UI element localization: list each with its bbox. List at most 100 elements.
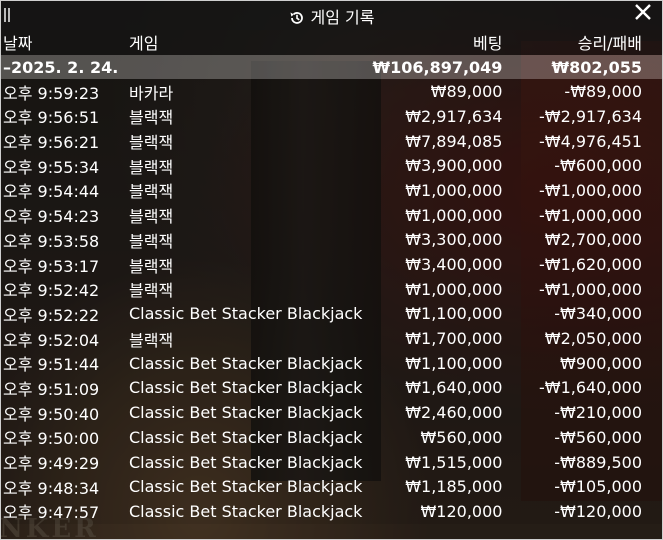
row-bet: ₩2,460,000 <box>362 400 507 425</box>
row-bet: ₩1,100,000 <box>362 301 507 327</box>
row-game: Classic Bet Stacker Blackjack <box>127 425 363 450</box>
row-bet: ₩1,000,000 <box>362 276 507 302</box>
row-time: 오후 9:47:57 <box>1 499 127 524</box>
row-bet: ₩1,640,000 <box>362 375 507 401</box>
summary-result: ₩802,055 <box>506 54 662 80</box>
summary-bet: ₩106,897,049 <box>362 54 507 80</box>
row-result: ₩2,700,000 <box>506 227 662 253</box>
row-bet: ₩560,000 <box>362 425 507 450</box>
window-title: 게임 기록 <box>1 4 662 30</box>
summary-date: –2025. 2. 24. <box>1 54 127 80</box>
history-table: 날짜 게임 베팅 승리/패배 –2025. 2. 24. ₩106,897,04… <box>1 30 662 524</box>
row-bet: ₩1,700,000 <box>362 326 507 351</box>
table-row[interactable]: 오후 9:53:58 블랙잭 ₩3,300,000 ₩2,700,000 <box>1 227 662 253</box>
table-row[interactable]: 오후 9:51:09 Classic Bet Stacker Blackjack ₩… <box>1 375 662 401</box>
row-result: -₩105,000 <box>506 474 662 500</box>
row-time: 오후 9:48:34 <box>1 474 127 500</box>
row-time: 오후 9:49:29 <box>1 449 127 475</box>
row-game: Classic Bet Stacker Blackjack <box>127 400 363 425</box>
header-result[interactable]: 승리/패배 <box>506 30 662 55</box>
table-row[interactable]: 오후 9:56:21 블랙잭 ₩7,894,085 -₩4,976,451 <box>1 128 662 154</box>
row-time: 오후 9:56:51 <box>1 104 127 129</box>
table-row[interactable]: 오후 9:47:57 Classic Bet Stacker Blackjack ₩… <box>1 499 662 524</box>
row-time: 오후 9:56:21 <box>1 128 127 154</box>
row-game: 블랙잭 <box>127 326 363 351</box>
row-time: 오후 9:55:34 <box>1 153 127 179</box>
table-row[interactable]: 오후 9:59:23 바카라 ₩89,000 -₩89,000 <box>1 79 662 105</box>
row-game: 블랙잭 <box>127 252 363 277</box>
row-time: 오후 9:52:22 <box>1 301 127 327</box>
row-result: -₩4,976,451 <box>506 128 662 154</box>
row-bet: ₩1,185,000 <box>362 474 507 500</box>
header-date[interactable]: 날짜 <box>1 30 127 55</box>
row-result: -₩89,000 <box>506 79 662 105</box>
row-time: 오후 9:52:04 <box>1 326 127 351</box>
row-game: 블랙잭 <box>127 178 363 203</box>
table-row[interactable]: 오후 9:54:44 블랙잭 ₩1,000,000 -₩1,000,000 <box>1 178 662 203</box>
game-history-window: NKER 게임 기록 날짜 게임 베팅 승리/패배 –2025. 2. 24. … <box>0 0 663 540</box>
row-game: 블랙잭 <box>127 104 363 129</box>
row-bet: ₩89,000 <box>362 79 507 105</box>
row-result: -₩600,000 <box>506 153 662 179</box>
table-row[interactable]: 오후 9:56:51 블랙잭 ₩2,917,634 -₩2,917,634 <box>1 104 662 129</box>
row-game: 바카라 <box>127 79 363 105</box>
row-bet: ₩3,300,000 <box>362 227 507 253</box>
row-result: ₩900,000 <box>506 350 662 376</box>
row-time: 오후 9:59:23 <box>1 79 127 105</box>
row-game: Classic Bet Stacker Blackjack <box>127 301 363 327</box>
row-bet: ₩3,900,000 <box>362 153 507 179</box>
date-summary-row[interactable]: –2025. 2. 24. ₩106,897,049 ₩802,055 <box>1 54 662 80</box>
row-game: Classic Bet Stacker Blackjack <box>127 350 363 376</box>
row-game: 블랙잭 <box>127 227 363 253</box>
row-bet: ₩1,100,000 <box>362 350 507 376</box>
header-game[interactable]: 게임 <box>127 30 363 55</box>
row-result: -₩340,000 <box>506 301 662 327</box>
row-result: -₩2,917,634 <box>506 104 662 129</box>
row-result: -₩1,640,000 <box>506 375 662 401</box>
row-game: Classic Bet Stacker Blackjack <box>127 499 363 524</box>
history-icon <box>289 10 305 30</box>
row-bet: ₩1,515,000 <box>362 449 507 475</box>
row-bet: ₩1,000,000 <box>362 178 507 203</box>
row-game: 블랙잭 <box>127 202 363 228</box>
table-row[interactable]: 오후 9:52:04 블랙잭 ₩1,700,000 ₩2,050,000 <box>1 326 662 351</box>
row-game: Classic Bet Stacker Blackjack <box>127 375 363 401</box>
header-bet[interactable]: 베팅 <box>362 30 507 55</box>
title-bar: 게임 기록 <box>1 1 662 30</box>
row-time: 오후 9:51:44 <box>1 350 127 376</box>
table-row[interactable]: 오후 9:50:40 Classic Bet Stacker Blackjack ₩… <box>1 400 662 425</box>
table-header-row: 날짜 게임 베팅 승리/패배 <box>1 30 662 55</box>
row-game: 블랙잭 <box>127 153 363 179</box>
row-game: Classic Bet Stacker Blackjack <box>127 474 363 500</box>
row-result: -₩889,500 <box>506 449 662 475</box>
row-time: 오후 9:54:23 <box>1 202 127 228</box>
row-bet: ₩3,400,000 <box>362 252 507 277</box>
row-result: -₩1,000,000 <box>506 178 662 203</box>
row-time: 오후 9:53:17 <box>1 252 127 277</box>
row-time: 오후 9:54:44 <box>1 178 127 203</box>
table-row[interactable]: 오후 9:54:23 블랙잭 ₩1,000,000 -₩1,000,000 <box>1 202 662 228</box>
row-time: 오후 9:50:00 <box>1 425 127 450</box>
row-game: Classic Bet Stacker Blackjack <box>127 449 363 475</box>
row-game: 블랙잭 <box>127 276 363 302</box>
row-result: -₩1,000,000 <box>506 202 662 228</box>
row-result: ₩2,050,000 <box>506 326 662 351</box>
table-row[interactable]: 오후 9:52:42 블랙잭 ₩1,000,000 -₩1,000,000 <box>1 276 662 302</box>
table-row[interactable]: 오후 9:52:22 Classic Bet Stacker Blackjack ₩… <box>1 301 662 327</box>
row-result: -₩560,000 <box>506 425 662 450</box>
table-row[interactable]: 오후 9:55:34 블랙잭 ₩3,900,000 -₩600,000 <box>1 153 662 179</box>
row-result: -₩1,000,000 <box>506 276 662 302</box>
row-time: 오후 9:51:09 <box>1 375 127 401</box>
row-bet: ₩1,000,000 <box>362 202 507 228</box>
row-time: 오후 9:50:40 <box>1 400 127 425</box>
close-icon[interactable] <box>634 3 652 27</box>
row-time: 오후 9:52:42 <box>1 276 127 302</box>
row-time: 오후 9:53:58 <box>1 227 127 253</box>
table-row[interactable]: 오후 9:51:44 Classic Bet Stacker Blackjack ₩… <box>1 350 662 376</box>
table-row[interactable]: 오후 9:49:29 Classic Bet Stacker Blackjack ₩… <box>1 449 662 475</box>
row-bet: ₩120,000 <box>362 499 507 524</box>
table-row[interactable]: 오후 9:50:00 Classic Bet Stacker Blackjack ₩… <box>1 425 662 450</box>
table-row[interactable]: 오후 9:48:34 Classic Bet Stacker Blackjack ₩… <box>1 474 662 500</box>
row-result: -₩120,000 <box>506 499 662 524</box>
table-row[interactable]: 오후 9:53:17 블랙잭 ₩3,400,000 -₩1,620,000 <box>1 252 662 277</box>
